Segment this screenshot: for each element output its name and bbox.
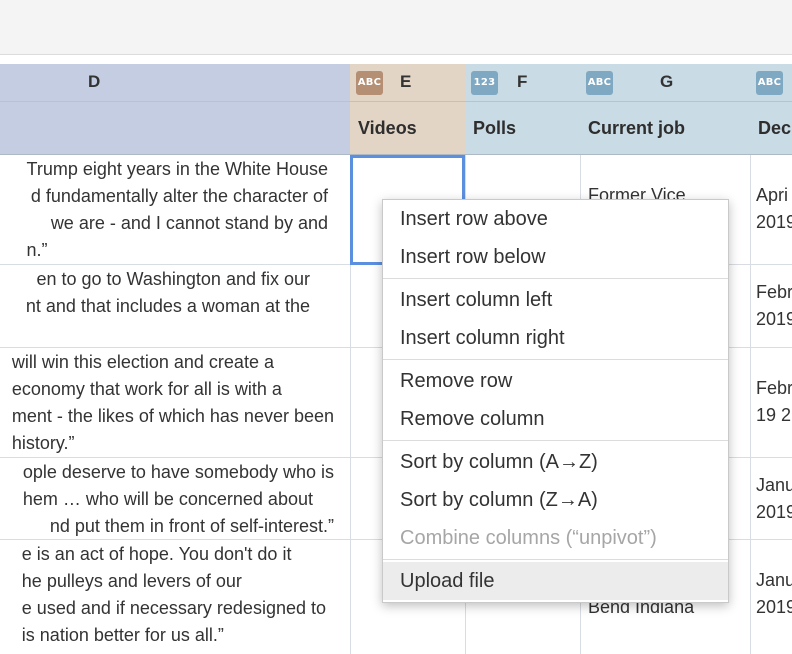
column-e-letter-header[interactable]: ABC E	[350, 64, 465, 102]
table-cell[interactable]: Febr2019	[750, 265, 792, 348]
text-type-icon[interactable]: ABC	[586, 71, 613, 95]
quote-text: will win this election and create a econo…	[11, 352, 334, 453]
column-letter: D	[88, 72, 101, 91]
quote-text: ople deserve to have somebody who is hem …	[22, 462, 334, 536]
menu-item-insert-row-above[interactable]: Insert row above	[383, 200, 728, 238]
column-d-letter-header[interactable]: D	[0, 64, 350, 102]
table-cell[interactable]: Apri2019	[750, 155, 792, 265]
table-cell[interactable]: will win this election and create a econo…	[0, 348, 350, 458]
date-text: Febr2019	[756, 282, 792, 329]
menu-divider	[383, 359, 728, 360]
toolbar-area	[0, 0, 792, 55]
table-cell[interactable]: e is an act of hope. You don't do it he p…	[0, 540, 350, 654]
menu-item-upload-file[interactable]: Upload file	[383, 562, 728, 600]
column-letter: E	[400, 72, 412, 91]
column-letter: F	[517, 72, 528, 91]
menu-divider	[383, 440, 728, 441]
menu-item-insert-column-right[interactable]: Insert column right	[383, 319, 728, 357]
column-h-name-header[interactable]: Dec	[750, 102, 792, 155]
quote-text: en to go to Washington and fix our nt and…	[25, 269, 310, 316]
table-cell[interactable]: Janu2019	[750, 540, 792, 654]
column-e-name-header[interactable]: Videos	[350, 102, 465, 155]
date-text: Febr 19 2	[756, 378, 792, 425]
number-type-icon[interactable]: 123	[471, 71, 498, 95]
menu-divider	[383, 278, 728, 279]
quote-text: e is an act of hope. You don't do it he p…	[21, 544, 326, 645]
table-cell[interactable]: ople deserve to have somebody who is hem …	[0, 458, 350, 540]
context-menu: Insert row above Insert row below Insert…	[382, 199, 729, 603]
menu-item-insert-column-left[interactable]: Insert column left	[383, 281, 728, 319]
table-cell[interactable]: en to go to Washington and fix our nt and…	[0, 265, 350, 348]
menu-item-insert-row-below[interactable]: Insert row below	[383, 238, 728, 276]
column-d: D Trump eight years in the White House d …	[0, 64, 351, 654]
text-type-icon[interactable]: ABC	[756, 71, 783, 95]
menu-divider	[383, 559, 728, 560]
menu-item-sort-ascending[interactable]: Sort by column (A→Z)	[383, 443, 728, 481]
column-h-letter-header[interactable]: ABC	[750, 64, 792, 102]
column-f-letter-header[interactable]: 123 F	[465, 64, 580, 102]
text-type-icon[interactable]: ABC	[356, 71, 383, 95]
menu-item-remove-column[interactable]: Remove column	[383, 400, 728, 438]
column-g-name-header[interactable]: Current job	[580, 102, 750, 155]
menu-item-remove-row[interactable]: Remove row	[383, 362, 728, 400]
column-g-letter-header[interactable]: ABC G	[580, 64, 750, 102]
menu-item-combine-columns: Combine columns (“unpivot”)	[400, 527, 657, 549]
column-h: ABC Dec Apri2019 Febr2019 Febr19 2 Janu2…	[750, 64, 792, 654]
table-cell[interactable]: Trump eight years in the White House d fu…	[0, 155, 350, 265]
quote-text: Trump eight years in the White House d fu…	[26, 159, 328, 260]
menu-item-sort-descending[interactable]: Sort by column (Z→A)	[383, 481, 728, 519]
column-d-name-header[interactable]	[0, 102, 350, 155]
column-f-name-header[interactable]: Polls	[465, 102, 580, 155]
column-letter: G	[660, 72, 674, 91]
date-text: Apri2019	[756, 185, 792, 232]
date-text: Janu2019	[756, 475, 792, 522]
table-cell[interactable]: Febr 19 2	[750, 348, 792, 458]
date-text: Janu2019	[756, 570, 792, 617]
table-cell[interactable]: Janu2019	[750, 458, 792, 540]
